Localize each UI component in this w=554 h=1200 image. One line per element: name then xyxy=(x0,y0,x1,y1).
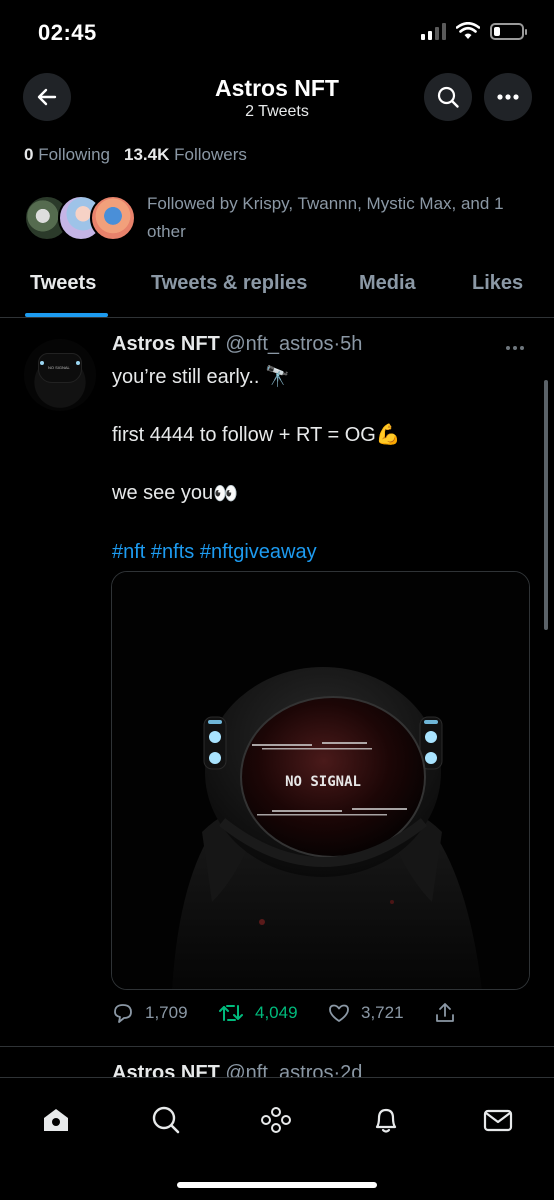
follower-avatars xyxy=(24,195,136,243)
nav-home[interactable] xyxy=(38,1102,74,1138)
active-tab-indicator xyxy=(25,313,108,317)
mail-icon xyxy=(483,1109,513,1132)
tweet-line: you’re still early.. xyxy=(112,366,260,388)
reply-count: 1,709 xyxy=(145,1003,188,1022)
nav-notifications[interactable] xyxy=(368,1102,404,1138)
tweet-more-button[interactable] xyxy=(506,337,528,350)
search-icon xyxy=(437,86,459,108)
more-button[interactable] xyxy=(484,73,532,121)
bottom-navigation xyxy=(0,1077,554,1200)
followers-label: Followers xyxy=(174,145,247,164)
retweet-icon xyxy=(219,1005,243,1021)
tweet-count: 2 Tweets xyxy=(245,103,309,120)
followed-by[interactable]: Followed by Krispy, Twannn, Mystic Max, … xyxy=(24,188,534,248)
helmet-graphic: NO SIGNAL xyxy=(38,353,82,383)
battery-icon xyxy=(490,22,527,40)
flexed-biceps-emoji: 💪 xyxy=(375,424,401,447)
like-button[interactable]: 3,721 xyxy=(327,1001,404,1025)
tweet-time: 5h xyxy=(340,333,363,355)
status-icons xyxy=(421,22,527,40)
followers-stat[interactable]: 13.4K Followers xyxy=(124,145,247,165)
profile-header: Astros NFT 2 Tweets xyxy=(0,66,554,130)
following-stat[interactable]: 0 Following xyxy=(24,145,110,165)
tweet-author-name[interactable]: Astros NFT xyxy=(112,333,220,355)
scrollbar[interactable] xyxy=(544,380,548,630)
status-bar: 02:45 xyxy=(0,0,554,64)
tab-tweets-replies[interactable]: Tweets & replies xyxy=(151,272,307,295)
profile-stats: 0 Following 13.4K Followers xyxy=(24,145,247,165)
tweet-author-handle[interactable]: @nft_astros xyxy=(225,333,333,355)
home-indicator[interactable] xyxy=(177,1182,377,1188)
tweet[interactable]: NO SIGNAL Astros NFT @nft_astros·5h you’… xyxy=(0,319,554,1047)
reply-icon xyxy=(114,1004,132,1023)
tweet-actions: 1,709 4,049 3,721 xyxy=(111,1001,511,1031)
tweet-line: we see you xyxy=(112,482,214,505)
status-time: 02:45 xyxy=(38,20,97,45)
avatar[interactable]: NO SIGNAL xyxy=(24,339,96,411)
eyes-emoji: 👀 xyxy=(213,482,239,505)
share-button[interactable] xyxy=(433,1001,457,1025)
nav-spaces[interactable] xyxy=(258,1102,294,1138)
cellular-signal-icon xyxy=(421,22,446,40)
tweet-text: you’re still early.. 🔭 first 4444 to fol… xyxy=(112,363,532,567)
hashtag-link[interactable]: #nft xyxy=(112,541,145,563)
tab-likes[interactable]: Likes xyxy=(472,272,523,295)
like-count: 3,721 xyxy=(361,1003,404,1022)
hashtag-link[interactable]: #nftgiveaway xyxy=(200,541,317,563)
home-icon xyxy=(44,1109,68,1131)
hashtag-link[interactable]: #nfts xyxy=(151,541,194,563)
followed-by-text: Followed by Krispy, Twannn, Mystic Max, … xyxy=(147,194,504,241)
reply-button[interactable]: 1,709 xyxy=(111,1001,188,1025)
tweet-media-image[interactable]: NO SIGNAL xyxy=(111,571,530,990)
heart-icon xyxy=(329,1004,349,1022)
spaces-icon xyxy=(261,1107,291,1133)
followers-count: 13.4K xyxy=(124,145,170,164)
avatar-label: NO SIGNAL xyxy=(48,365,70,370)
following-label: Following xyxy=(38,145,111,164)
astronaut-image: NO SIGNAL xyxy=(112,572,529,989)
search-icon xyxy=(152,1106,180,1134)
share-icon xyxy=(436,1003,454,1022)
avatar xyxy=(90,195,136,241)
tab-tweets[interactable]: Tweets xyxy=(30,272,96,295)
retweet-count: 4,049 xyxy=(255,1003,298,1022)
bell-icon xyxy=(375,1108,397,1133)
no-signal-text: NO SIGNAL xyxy=(285,774,361,790)
tweet-header: Astros NFT @nft_astros·5h xyxy=(112,333,362,356)
more-horizontal-icon xyxy=(497,94,519,100)
tweet-line: first 4444 to follow + RT = OG xyxy=(112,424,376,447)
profile-tabs: Tweets Tweets & replies Media Likes xyxy=(0,262,554,318)
nav-messages[interactable] xyxy=(480,1102,516,1138)
following-count: 0 xyxy=(24,145,34,164)
hashtags: #nft #nfts #nftgiveaway xyxy=(112,538,532,567)
search-button[interactable] xyxy=(424,73,472,121)
telescope-emoji: 🔭 xyxy=(265,366,290,389)
retweet-button[interactable]: 4,049 xyxy=(217,1001,298,1025)
wifi-icon xyxy=(456,22,480,39)
nav-explore[interactable] xyxy=(148,1102,184,1138)
tab-media[interactable]: Media xyxy=(359,272,416,295)
